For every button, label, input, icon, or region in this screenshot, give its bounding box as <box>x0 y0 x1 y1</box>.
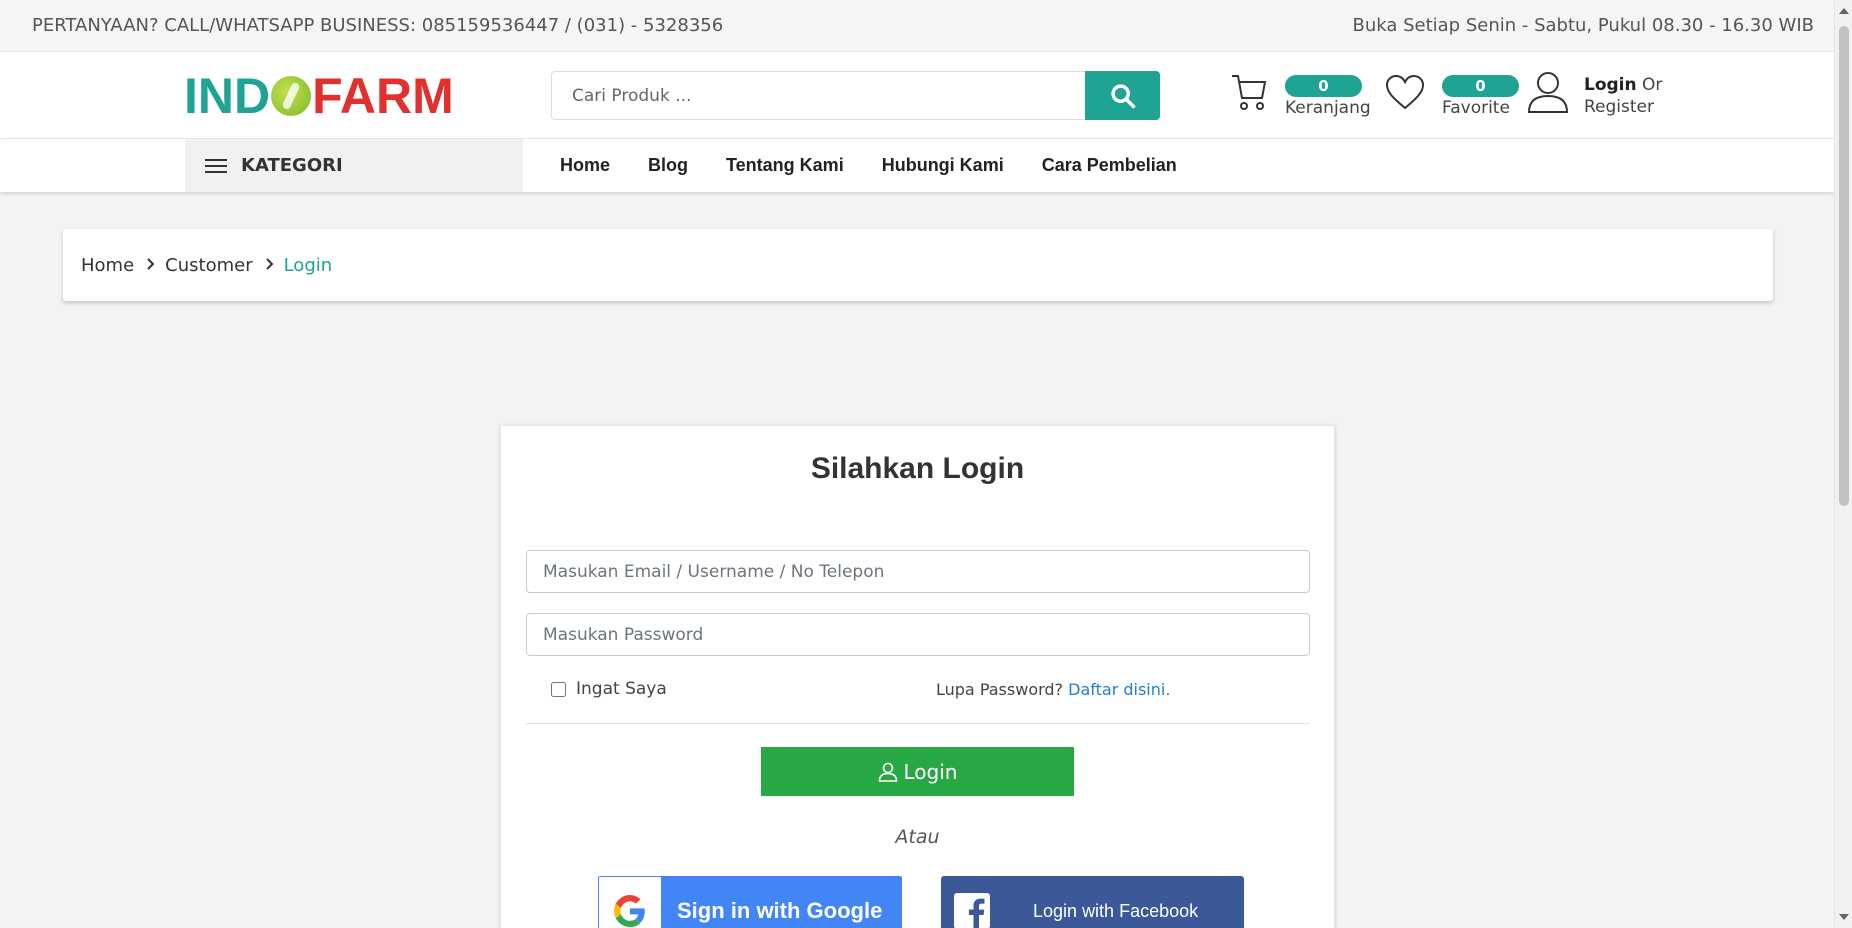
password-field[interactable] <box>526 613 1310 656</box>
vertical-scrollbar[interactable] <box>1834 0 1852 928</box>
nav-item-how-to-buy[interactable]: Cara Pembelian <box>1042 155 1177 176</box>
login-button[interactable]: Login <box>761 747 1074 796</box>
site-header: INDFARM 0 Keranjang 0 Favorite Login Or … <box>0 52 1834 139</box>
search-icon <box>1110 83 1135 108</box>
divider <box>526 723 1310 724</box>
nav-item-about[interactable]: Tentang Kami <box>726 155 844 176</box>
opening-hours: Buka Setiap Senin - Sabtu, Pukul 08.30 -… <box>1352 15 1814 36</box>
leaf-logo-icon <box>271 76 312 116</box>
category-menu-button[interactable]: KATEGORI <box>185 139 523 192</box>
facebook-login-button[interactable]: Login with Facebook <box>941 876 1244 928</box>
login-button-label: Login <box>903 759 958 784</box>
register-here-link[interactable]: Daftar disini. <box>1068 680 1170 699</box>
email-field[interactable] <box>526 550 1310 593</box>
login-card: Silahkan Login Ingat Saya Lupa Password?… <box>500 425 1335 928</box>
favorite-count-badge: 0 <box>1442 75 1519 97</box>
chevron-right-icon <box>146 255 155 276</box>
or-text: Or <box>1642 75 1663 95</box>
breadcrumb-customer[interactable]: Customer <box>165 255 252 276</box>
or-separator: Atau <box>895 826 940 848</box>
nav-item-contact[interactable]: Hubungi Kami <box>882 155 1004 176</box>
heart-icon[interactable] <box>1385 74 1425 116</box>
scroll-down-arrow-icon[interactable] <box>1839 914 1849 920</box>
facebook-icon <box>941 893 1003 928</box>
cart-count-badge: 0 <box>1285 75 1362 97</box>
google-icon <box>599 877 661 928</box>
remember-label: Ingat Saya <box>576 679 667 699</box>
nav-menu: Home Blog Tentang Kami Hubungi Kami Cara… <box>560 139 1215 192</box>
chevron-right-icon <box>265 255 274 276</box>
remember-me: Ingat Saya <box>551 679 667 699</box>
google-button-label: Sign in with Google <box>677 898 883 923</box>
user-icon <box>878 762 898 782</box>
register-link[interactable]: Register <box>1584 96 1662 118</box>
login-link[interactable]: Login <box>1584 75 1637 95</box>
breadcrumb-current: Login <box>283 254 333 276</box>
category-label: KATEGORI <box>241 155 343 176</box>
cart-icon[interactable] <box>1230 72 1268 116</box>
search-bar <box>551 71 1160 120</box>
account-links: Login Or Register <box>1584 74 1662 118</box>
remember-checkbox[interactable] <box>551 681 566 697</box>
forgot-password-text: Lupa Password? <box>936 680 1064 699</box>
facebook-button-label: Login with Facebook <box>1033 900 1199 921</box>
top-info-bar: PERTANYAAN? CALL/WHATSAPP BUSINESS: 0851… <box>0 0 1834 52</box>
search-button[interactable] <box>1085 71 1160 120</box>
scroll-up-arrow-icon[interactable] <box>1839 8 1849 14</box>
breadcrumb-home[interactable]: Home <box>81 255 134 276</box>
breadcrumb: Home Customer Login <box>63 229 1773 301</box>
nav-item-blog[interactable]: Blog <box>648 155 688 176</box>
scrollbar-thumb[interactable] <box>1839 26 1849 506</box>
search-input[interactable] <box>551 71 1085 120</box>
forgot-password-row: Lupa Password? Daftar disini. <box>936 680 1170 699</box>
hamburger-icon <box>205 155 227 177</box>
main-nav: KATEGORI Home Blog Tentang Kami Hubungi … <box>0 139 1834 192</box>
cart-label[interactable]: Keranjang <box>1285 98 1371 118</box>
indofarm-logo[interactable]: IND FARM <box>184 71 454 121</box>
contact-info: PERTANYAAN? CALL/WHATSAPP BUSINESS: 0851… <box>32 15 724 36</box>
user-icon[interactable] <box>1527 70 1569 118</box>
google-signin-button[interactable]: Sign in with Google <box>598 876 902 928</box>
nav-item-home[interactable]: Home <box>560 155 610 176</box>
login-title: Silahkan Login <box>810 452 1025 485</box>
favorite-label[interactable]: Favorite <box>1442 98 1510 118</box>
